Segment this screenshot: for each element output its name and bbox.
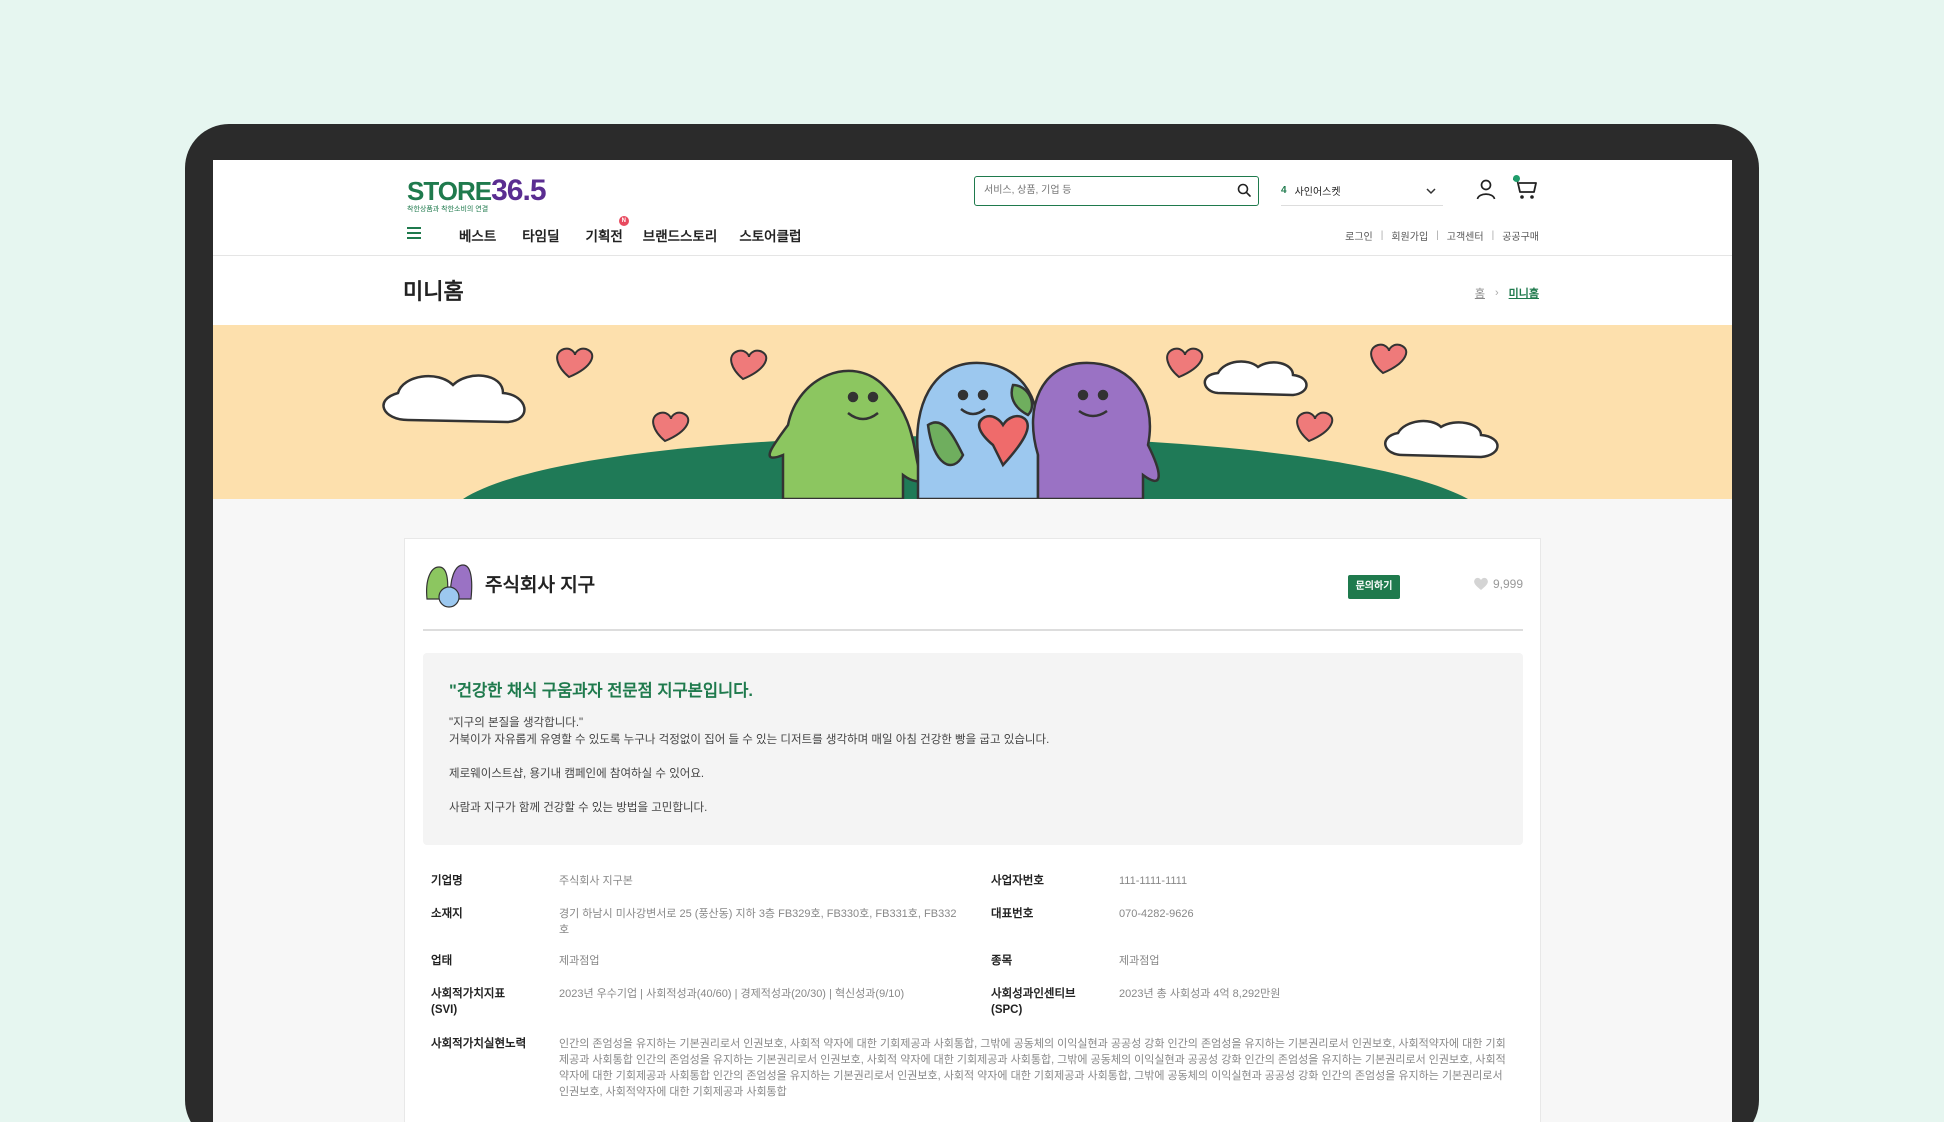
detail-value: 제과점업 [1119, 955, 1160, 967]
login-link[interactable]: 로그인 [1345, 228, 1373, 243]
banner-illustration [382, 343, 1499, 499]
logo-store-text: STORE [407, 176, 492, 206]
nav-item-special[interactable]: 기획전 N [585, 216, 629, 245]
intro-line: 거북이가 자유롭게 유영할 수 있도록 누구나 걱정없이 집어 들 수 있는 디… [449, 734, 1050, 746]
detail-label: 종목 [991, 955, 1013, 967]
detail-label: 사회적가치실현노력 [431, 1038, 527, 1050]
intro-line: "지구의 본질을 생각합니다." [449, 717, 584, 729]
purple-character [1031, 361, 1160, 499]
detail-value: 인간의 존엄성을 유지하는 기본권리로서 인권보호, 사회적 약자에 대한 기회… [559, 1038, 1506, 1098]
like-count: 9,999 [1492, 577, 1523, 591]
detail-value: 111-1111-1111 [1119, 875, 1188, 887]
earth-character [916, 361, 1040, 499]
green-character [768, 369, 927, 499]
detail-value: 경기 하남시 미사강변서로 25 (풍산동) 지하 3층 FB329호, FB3… [559, 908, 957, 936]
cart-notification-dot [1513, 175, 1520, 182]
intro-line: 제로웨이스트샵, 용기내 캠페인에 참여하실 수 있어요. [449, 768, 705, 780]
company-select[interactable]: 4 사인어스켓 [1281, 176, 1443, 206]
nav-item-brandstory[interactable]: 브랜드스토리 [643, 225, 718, 245]
signup-link[interactable]: 회원가입 [1391, 228, 1428, 243]
detail-label: 소재지 [431, 908, 463, 920]
store365-logo[interactable]: STORE36.5 착한상품과 착한소비의 연결 [407, 174, 547, 213]
logo-tagline: 착한상품과 착한소비의 연결 [407, 206, 489, 213]
chevron-down-icon [1426, 188, 1436, 195]
detail-value: 2023년 총 사회성과 4억 8,292만원 [1119, 988, 1281, 1000]
detail-value: 제과점업 [559, 955, 600, 967]
heart-icon [1474, 577, 1488, 590]
menu-icon[interactable] [407, 227, 421, 239]
search-input[interactable] [984, 177, 1224, 203]
utility-links: 로그인 | 회원가입 | 고객센터 | 공공구매 [1345, 228, 1539, 243]
site-header: STORE36.5 착한상품과 착한소비의 연결 4 사인어스켓 [213, 160, 1732, 256]
breadcrumb: 홈 › 미니홈 [1475, 285, 1539, 301]
detail-value: 주식회사 지구본 [559, 875, 633, 887]
logo-number-text: 36.5 [491, 174, 546, 207]
page-title-bar: 미니홈 홈 › 미니홈 [213, 256, 1732, 325]
detail-label: 대표번호 [991, 908, 1034, 920]
detail-label: 기업명 [431, 875, 463, 887]
customer-center-link[interactable]: 고객센터 [1447, 228, 1484, 243]
util-separator: | [1436, 230, 1439, 241]
detail-label: 업태 [431, 955, 453, 967]
intro-title: "건강한 채식 구움과자 전문점 지구본입니다. [449, 682, 753, 700]
detail-value: 2023년 우수기업 | 사회적성과(40/60) | 경제적성과(20/30)… [559, 988, 905, 1000]
user-icon[interactable] [1474, 177, 1498, 201]
nav-item-storeclub[interactable]: 스토어클럽 [739, 225, 801, 245]
browser-screen: STORE36.5 착한상품과 착한소비의 연결 4 사인어스켓 [213, 160, 1732, 1122]
detail-label: 사회성과인센티브 (SPC) [991, 988, 1076, 1016]
company-select-label: 사인어스켓 [1294, 187, 1341, 198]
search-box [974, 176, 1259, 206]
breadcrumb-home[interactable]: 홈 [1475, 285, 1485, 301]
nav-item-special-label: 기획전 [585, 229, 623, 244]
intro-line: 사람과 지구가 함께 건강할 수 있는 방법을 고민합니다. [449, 802, 708, 814]
chevron-right-icon: › [1494, 287, 1499, 299]
util-separator: | [1380, 230, 1384, 241]
company-intro: "건강한 채식 구움과자 전문점 지구본입니다. "지구의 본질을 생각합니다.… [423, 653, 1523, 845]
search-icon[interactable] [1237, 183, 1251, 197]
like-counter[interactable]: 9,999 [1473, 577, 1523, 591]
public-purchase-link[interactable]: 공공구매 [1502, 228, 1539, 243]
detail-label: 사회적가치지표 (SVI) [431, 988, 506, 1016]
nav-item-best[interactable]: 베스트 [459, 225, 496, 245]
new-badge: N [618, 216, 629, 226]
nav-item-timedeal[interactable]: 타임딜 [522, 225, 559, 245]
company-name: 주식회사 지구 [485, 575, 596, 596]
company-header: 주식회사 지구 문의하기 9,999 [423, 559, 1523, 631]
breadcrumb-current: 미니홈 [1508, 288, 1539, 300]
detail-value: 070-4282-9626 [1119, 908, 1194, 920]
util-separator: | [1491, 230, 1495, 241]
main-nav: 베스트 타임딜 기획전 N 브랜드스토리 스토어클럽 [459, 216, 827, 245]
company-info-card: 주식회사 지구 문의하기 9,999 "건강한 채식 구움과자 전문점 지구본입… [404, 538, 1541, 1122]
minihome-banner [213, 325, 1732, 499]
detail-label: 사업자번호 [991, 875, 1044, 887]
company-select-number: 4 [1281, 185, 1287, 196]
inquiry-button[interactable]: 문의하기 [1348, 575, 1400, 599]
page-title: 미니홈 [403, 279, 464, 304]
company-logo [423, 559, 475, 609]
